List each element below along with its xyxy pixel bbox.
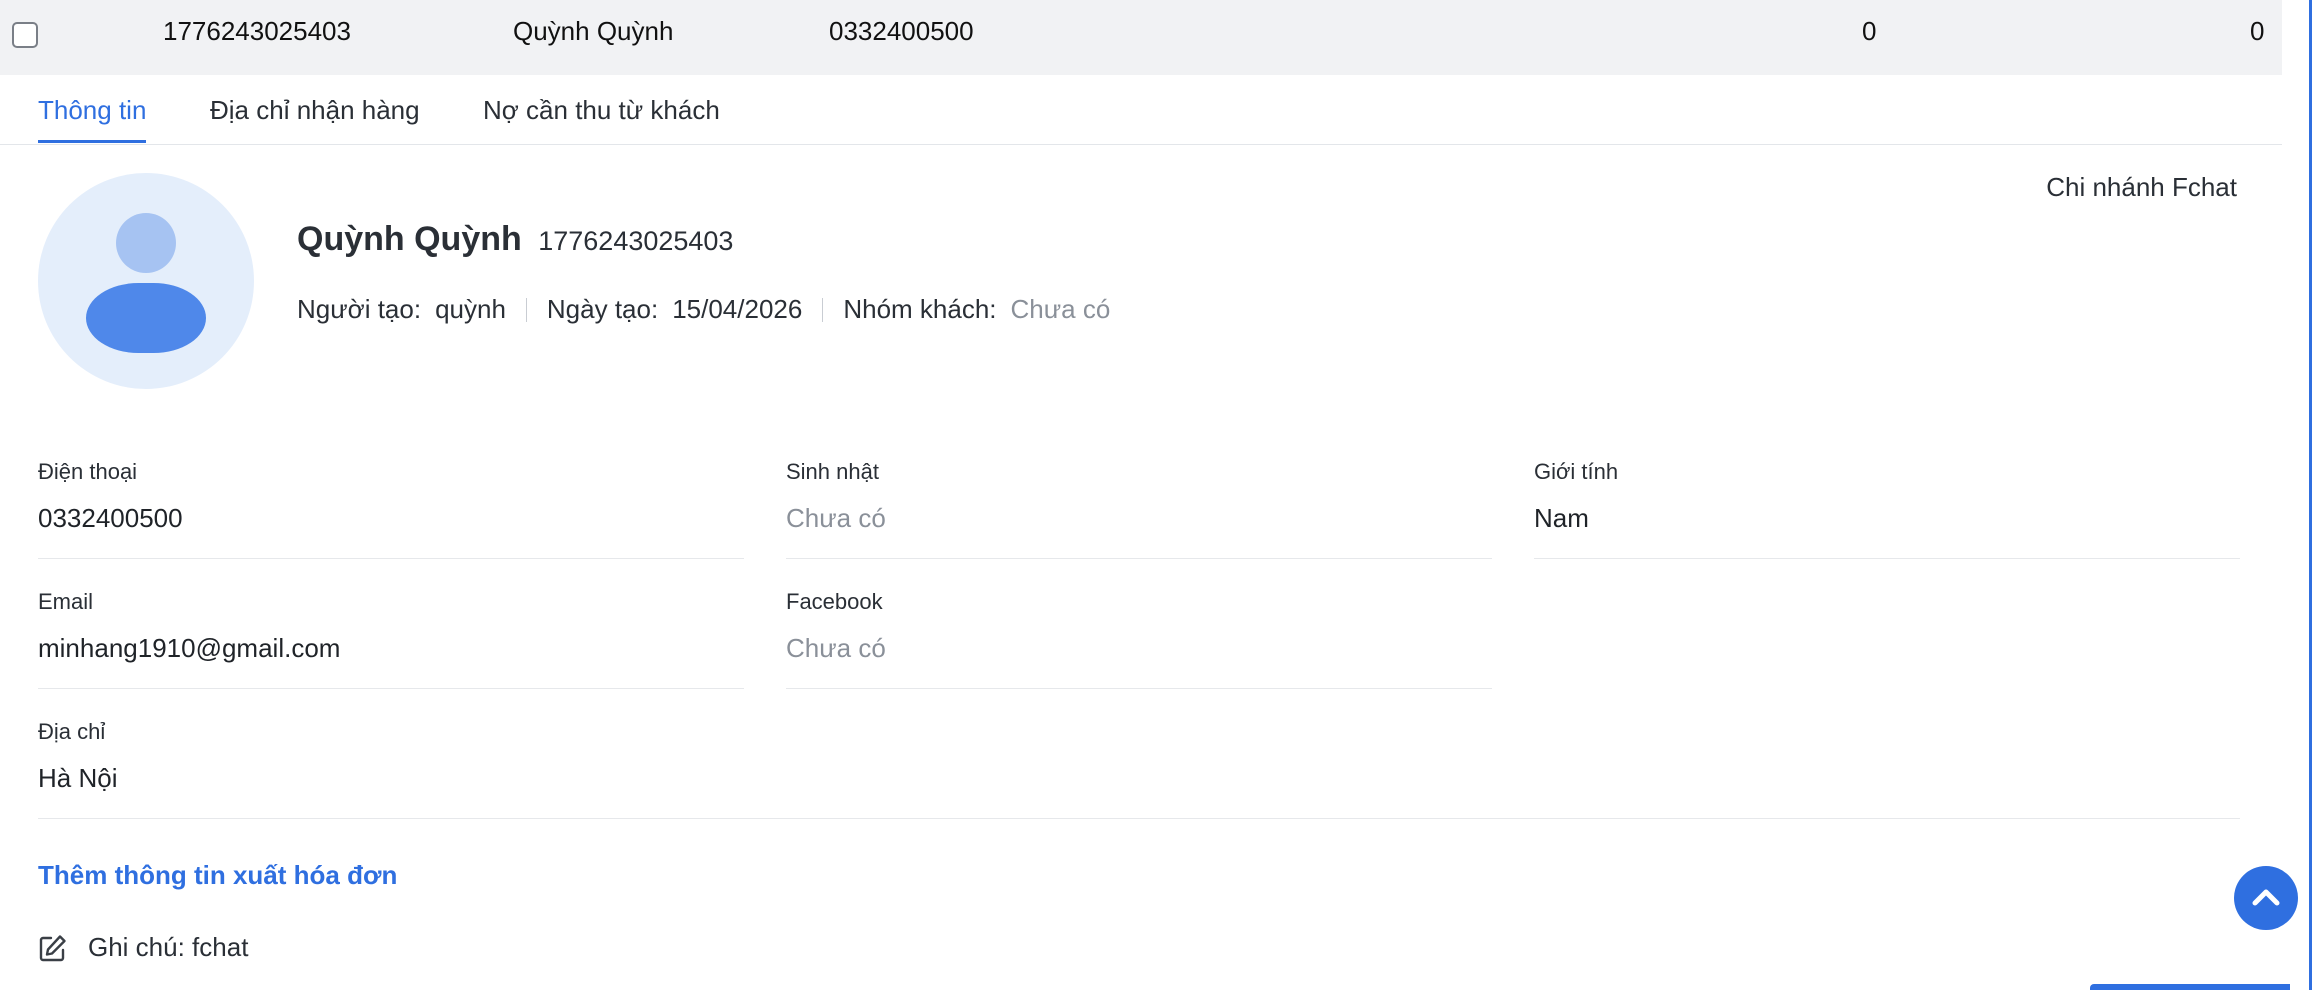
facebook-label: Facebook — [786, 589, 883, 614]
edit-icon[interactable] — [38, 933, 68, 963]
detail-tabs: Thông tin Địa chỉ nhận hàng Nợ cần thu t… — [0, 75, 2282, 145]
row-value-a: 0 — [1862, 16, 1877, 46]
email-field: Email minhang1910@gmail.com — [38, 589, 744, 689]
meta-divider — [525, 297, 527, 322]
user-avatar-icon — [38, 173, 254, 389]
customer-detail-panel: 1776243025403 Quỳnh Quỳnh 0332400500 0 0… — [0, 0, 2312, 990]
customer-code: 1776243025403 — [538, 226, 734, 256]
phone-value: 0332400500 — [38, 503, 183, 533]
customer-meta: Người tạo: quỳnh Ngày tạo: 15/04/2026 Nh… — [297, 294, 1110, 325]
gender-label: Giới tính — [1534, 459, 1619, 484]
chevron-up-icon — [2252, 889, 2280, 906]
facebook-field: Facebook Chưa có — [786, 589, 1492, 689]
tab-debt[interactable]: Nợ cần thu từ khách — [483, 95, 720, 140]
note-row[interactable]: Ghi chú: fchat — [38, 932, 248, 963]
note-text: Ghi chú: fchat — [88, 932, 249, 962]
birthday-label: Sinh nhật — [786, 459, 879, 484]
scroll-to-top-button[interactable] — [2234, 866, 2298, 930]
avatar-head — [116, 213, 176, 273]
avatar-body — [86, 283, 206, 353]
created-date-label: Ngày tạo: — [546, 294, 659, 324]
bottom-accent-bar — [2090, 984, 2290, 990]
customer-group-label: Nhóm khách: — [843, 294, 997, 324]
address-value: Hà Nội — [38, 763, 118, 793]
customer-name: Quỳnh Quỳnh — [297, 220, 522, 258]
row-checkbox[interactable] — [12, 22, 38, 48]
birthday-value: Chưa có — [786, 503, 886, 533]
add-invoice-info-link[interactable]: Thêm thông tin xuất hóa đơn — [38, 860, 397, 891]
email-value: minhang1910@gmail.com — [38, 633, 341, 663]
branch-name: Chi nhánh Fchat — [2046, 172, 2237, 202]
address-field: Địa chỉ Hà Nội — [38, 719, 2240, 819]
phone-label: Điện thoại — [38, 459, 138, 484]
tab-shipping-address[interactable]: Địa chỉ nhận hàng — [210, 95, 420, 140]
creator-label: Người tạo: — [297, 294, 422, 324]
row-phone: 0332400500 — [829, 16, 974, 46]
birthday-field: Sinh nhật Chưa có — [786, 459, 1492, 559]
gender-value: Nam — [1534, 503, 1589, 533]
customer-heading: Quỳnh Quỳnh 1776243025403 — [297, 220, 733, 259]
gender-field: Giới tính Nam — [1534, 459, 2240, 559]
tab-info[interactable]: Thông tin — [38, 95, 147, 143]
row-value-b: 0 — [2250, 16, 2265, 46]
created-date-value: 15/04/2026 — [672, 294, 803, 324]
row-customer-name: Quỳnh Quỳnh — [513, 16, 674, 46]
facebook-value: Chưa có — [786, 633, 886, 663]
phone-field: Điện thoại 0332400500 — [38, 459, 744, 559]
meta-divider — [822, 297, 824, 322]
creator-value: quỳnh — [435, 294, 506, 324]
email-label: Email — [38, 589, 94, 614]
address-label: Địa chỉ — [38, 719, 106, 744]
table-row[interactable]: 1776243025403 Quỳnh Quỳnh 0332400500 0 0 — [0, 0, 2282, 75]
customer-group-value: Chưa có — [1010, 294, 1111, 324]
row-customer-code: 1776243025403 — [163, 16, 351, 46]
